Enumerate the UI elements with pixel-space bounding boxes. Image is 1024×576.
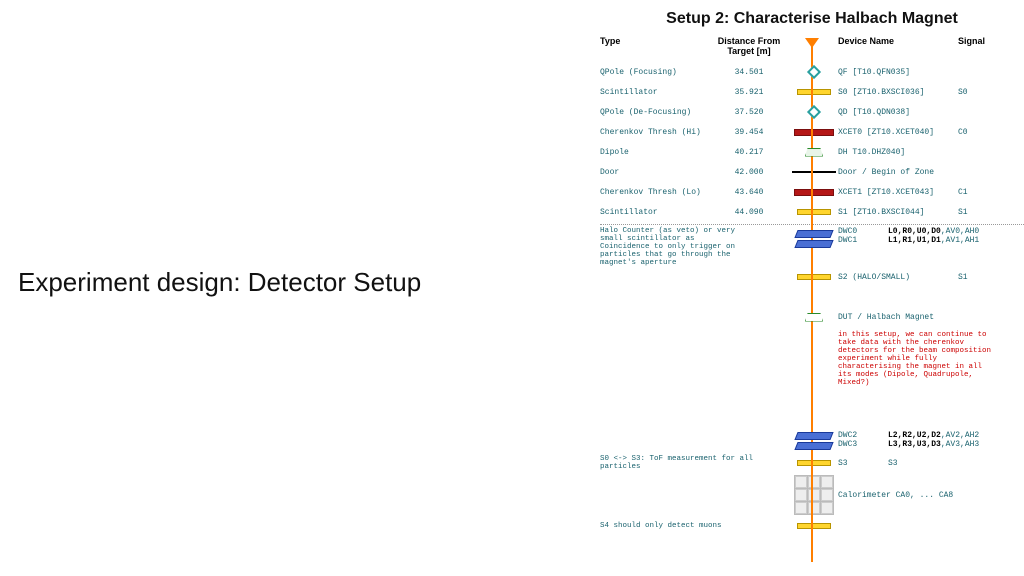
- setup-title: Setup 2: Characterise Halbach Magnet: [600, 6, 1024, 36]
- calo-device: Calorimeter CA0, ... CA8: [838, 491, 988, 500]
- header-distance: Distance From Target [m]: [708, 36, 790, 56]
- dwc-shape: [794, 240, 833, 248]
- dwc0-label: DWC0: [838, 227, 888, 236]
- row-type: Scintillator: [600, 208, 708, 217]
- dwc-shape: [794, 442, 833, 450]
- dwc-shape: [794, 432, 833, 440]
- dut-shape: [805, 313, 823, 322]
- row-device: S0 [ZT10.BXSCI036]: [838, 88, 958, 97]
- dwc-shape: [794, 230, 833, 238]
- scintillator-shape: [797, 274, 831, 280]
- row-shape: [790, 107, 838, 117]
- red-note: in this setup, we can continue to take d…: [838, 331, 998, 387]
- row-type: Dipole: [600, 148, 708, 157]
- row-type: Cherenkov Thresh (Lo): [600, 188, 708, 197]
- row-signal: C0: [958, 128, 1006, 137]
- row-type: QPole (Focusing): [600, 68, 708, 77]
- row-distance: 42.000: [708, 168, 790, 177]
- header-signal: Signal: [958, 36, 1006, 56]
- row-signal: S0: [958, 88, 1006, 97]
- dwc0-sig: L0,R0,U0,D0: [888, 227, 941, 236]
- halo-note: Halo Counter (as veto) or very small sci…: [600, 227, 750, 267]
- row-shape: [790, 67, 838, 77]
- row-distance: 44.090: [708, 208, 790, 217]
- scintillator-shape: [797, 523, 831, 529]
- calorimeter-shape: [794, 475, 834, 515]
- dwc3-label: DWC3: [838, 440, 888, 449]
- header-type: Type: [600, 36, 708, 56]
- s2-device: S2 (HALO/SMALL): [838, 273, 958, 282]
- row-device: QF [T10.QFN035]: [838, 68, 958, 77]
- row-shape: [790, 189, 838, 196]
- row-device: DH T10.DHZ040]: [838, 148, 958, 157]
- s4-note: S4 should only detect muons: [600, 522, 790, 530]
- row-device: S1 [ZT10.BXSCI044]: [838, 208, 958, 217]
- row-device: Door / Begin of Zone: [838, 168, 958, 177]
- row-distance: 37.520: [708, 108, 790, 117]
- row-shape: [790, 129, 838, 136]
- row-distance: 34.501: [708, 68, 790, 77]
- slide-title: Experiment design: Detector Setup: [18, 267, 421, 298]
- row-shape: [790, 148, 838, 157]
- row-signal: C1: [958, 188, 1006, 197]
- s3-signal: S3: [888, 459, 948, 468]
- tof-note: S0 <-> S3: ToF measurement for all parti…: [600, 455, 760, 471]
- header-device: Device Name: [838, 36, 958, 56]
- s3-device: S3: [838, 459, 888, 468]
- dwc1-label: DWC1: [838, 236, 888, 245]
- beam-arrow: [805, 38, 819, 48]
- dwc2-label: DWC2: [838, 431, 888, 440]
- row-distance: 35.921: [708, 88, 790, 97]
- row-type: Scintillator: [600, 88, 708, 97]
- row-type: QPole (De-Focusing): [600, 108, 708, 117]
- scintillator-shape: [797, 460, 831, 466]
- row-shape: [790, 171, 838, 173]
- row-signal: S1: [958, 208, 1006, 217]
- row-distance: 40.217: [708, 148, 790, 157]
- row-shape: [790, 209, 838, 215]
- row-type: Door: [600, 168, 708, 177]
- dwc2-sig: L2,R2,U2,D2: [888, 431, 941, 440]
- row-distance: 43.640: [708, 188, 790, 197]
- dwc3-sig: L3,R3,U3,D3: [888, 440, 941, 449]
- s2-signal: S1: [958, 273, 1006, 282]
- row-device: XCET1 [ZT10.XCET043]: [838, 188, 958, 197]
- row-device: XCET0 [ZT10.XCET040]: [838, 128, 958, 137]
- beamline-diagram: Setup 2: Characterise Halbach Magnet Typ…: [600, 6, 1024, 576]
- row-type: Cherenkov Thresh (Hi): [600, 128, 708, 137]
- dut-device: DUT / Halbach Magnet: [838, 313, 958, 322]
- dwc1-sig: L1,R1,U1,D1: [888, 236, 941, 245]
- row-device: QD [T10.QDN038]: [838, 108, 958, 117]
- beam-line: [811, 42, 813, 562]
- row-shape: [790, 89, 838, 95]
- row-distance: 39.454: [708, 128, 790, 137]
